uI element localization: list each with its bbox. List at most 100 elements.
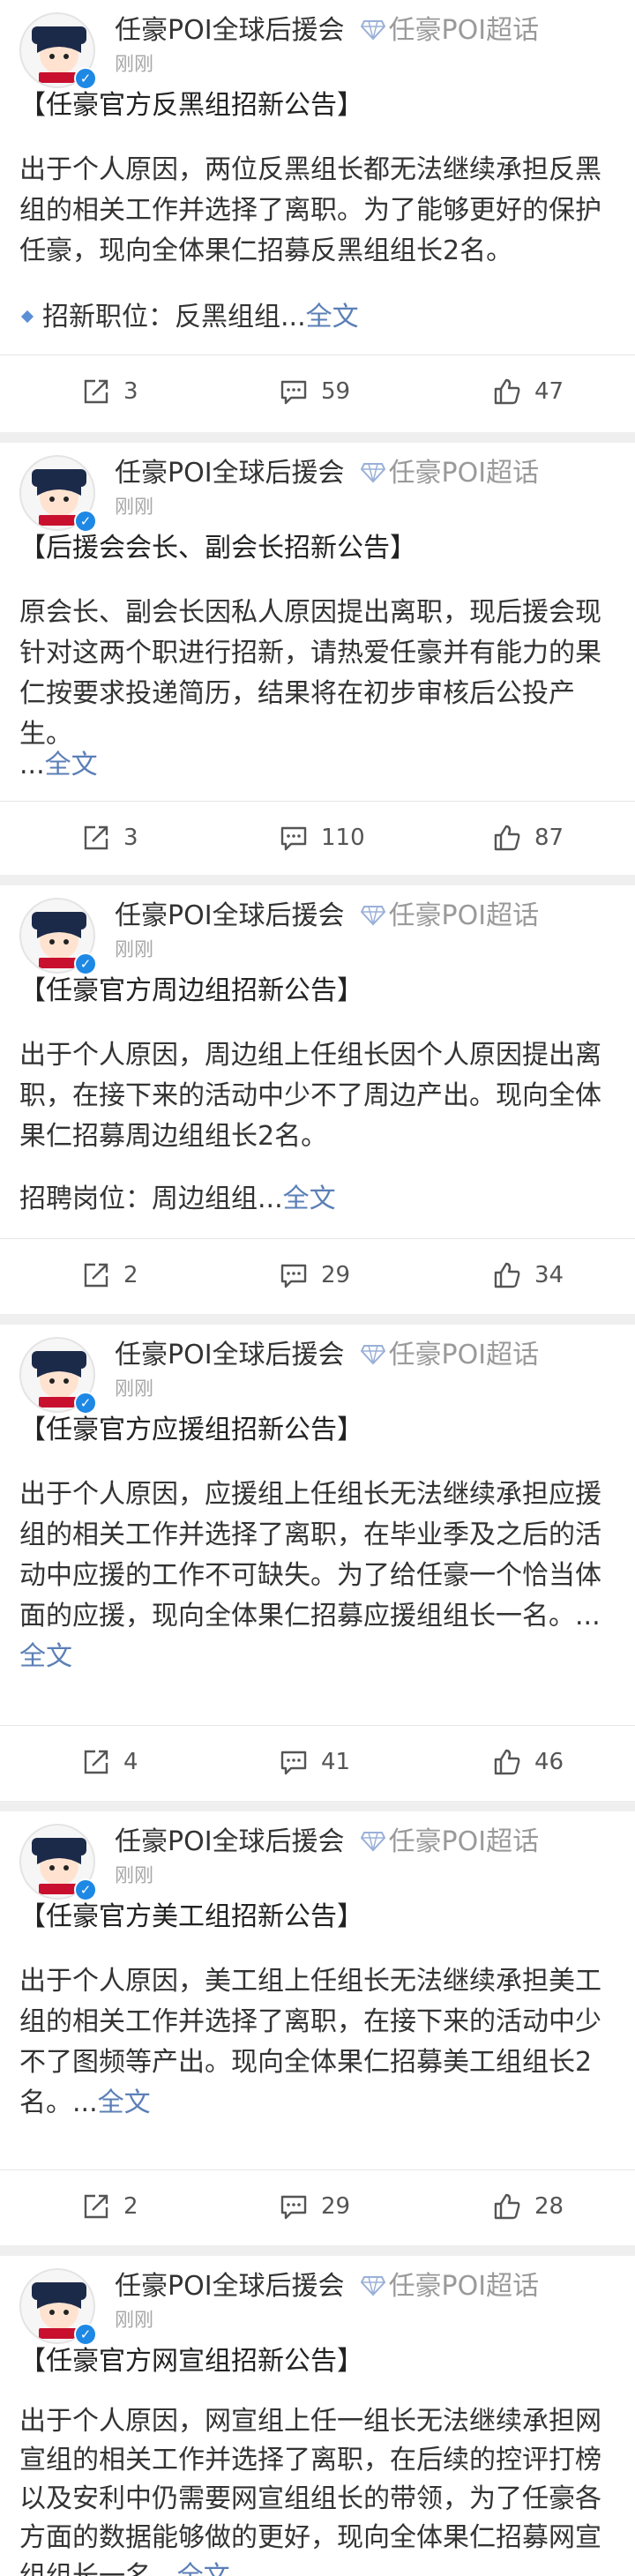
post-title: 【任豪官方美工组招新公告】	[19, 1901, 363, 1932]
super-topic-link[interactable]: 任豪POI超话	[389, 15, 540, 46]
super-topic-diamond-icon	[360, 20, 385, 41]
repost-button[interactable]: 2	[81, 2171, 138, 2242]
post-body: 出于个人原因，两位反黑组长都无法继续承担反黑组的相关工作并选择了离职。为了能够更…	[19, 154, 601, 266]
post-card[interactable]: ✓ 任豪POI全球后援会 任豪POI超话 刚刚 【后援会会长、副会长招新公告】 原…	[0, 443, 635, 875]
like-count: 34	[534, 1262, 564, 1288]
post-card[interactable]: ✓ 任豪POI全球后援会 任豪POI超话 刚刚 【任豪官方应援组招新公告】 出于个…	[0, 1325, 635, 1801]
read-more-link[interactable]: 全文	[306, 302, 359, 332]
comment-count: 29	[321, 2193, 351, 2220]
comment-icon	[280, 1751, 307, 1775]
read-more-link[interactable]: 全文	[177, 2561, 230, 2576]
post-body: 出于个人原因，网宣组上任一组长无法继续承担网宣组的相关工作并选择了离职，在后续的…	[19, 2402, 619, 2576]
author-name[interactable]: 任豪POI全球后援会	[115, 2271, 345, 2302]
post-card[interactable]: ✓ 任豪POI全球后援会 任豪POI超话 刚刚 【任豪官方周边组招新公告】 出于个…	[0, 885, 635, 1314]
author-name[interactable]: 任豪POI全球后援会	[115, 458, 345, 489]
repost-icon	[84, 1750, 108, 1774]
like-button[interactable]: 28	[492, 2171, 564, 2242]
like-thumb-icon	[494, 825, 520, 851]
read-more-link[interactable]: 全文	[98, 2087, 151, 2118]
post-time: 刚刚	[115, 497, 154, 519]
author-name[interactable]: 任豪POI全球后援会	[115, 15, 345, 46]
comment-count: 59	[321, 378, 351, 405]
super-topic-diamond-icon	[360, 2276, 385, 2296]
post-time: 刚刚	[115, 1378, 154, 1400]
post-header: ✓ 任豪POI全球后援会 任豪POI超话 刚刚	[19, 1337, 619, 1415]
super-topic-diamond-icon	[360, 1345, 385, 1365]
divider	[0, 2169, 635, 2170]
verified-badge-icon: ✓	[74, 2323, 97, 2346]
action-bar: 3 59 47	[0, 356, 635, 427]
comment-icon	[280, 380, 307, 405]
post-body: 出于个人原因，美工组上任组长无法继续承担美工组的相关工作并选择了离职，在接下来的…	[19, 1961, 619, 2124]
post-header: ✓ 任豪POI全球后援会 任豪POI超话 刚刚	[19, 898, 619, 975]
post-time: 刚刚	[115, 1865, 154, 1887]
action-bar: 3 110 87	[0, 803, 635, 873]
like-thumb-icon	[494, 378, 520, 405]
super-topic-diamond-icon	[360, 463, 385, 483]
post-header: ✓ 任豪POI全球后援会 任豪POI超话 刚刚	[19, 455, 619, 533]
read-more-link[interactable]: 全文	[283, 1183, 336, 1214]
post-header: ✓ 任豪POI全球后援会 任豪POI超话 刚刚	[19, 1824, 619, 1901]
author-name[interactable]: 任豪POI全球后援会	[115, 900, 345, 931]
super-topic-link[interactable]: 任豪POI超话	[389, 1340, 540, 1370]
verified-badge-icon: ✓	[74, 952, 97, 975]
post-extra-line: 招新职位：反黑组组...全文	[19, 300, 359, 335]
repost-count: 2	[123, 1262, 138, 1288]
feed: ✓ 任豪POI全球后援会 任豪POI超话 刚刚 【任豪官方反黑组招新公告】 出于个…	[0, 0, 635, 2576]
like-button[interactable]: 87	[492, 803, 564, 873]
divider	[0, 1238, 635, 1239]
comment-icon	[280, 826, 307, 851]
post-header: ✓ 任豪POI全球后援会 任豪POI超话 刚刚	[19, 2268, 619, 2346]
post-time: 刚刚	[115, 939, 154, 961]
comment-button[interactable]: 29	[279, 2171, 350, 2242]
verified-badge-icon: ✓	[74, 1878, 97, 1901]
like-thumb-icon	[494, 1262, 520, 1288]
author-name[interactable]: 任豪POI全球后援会	[115, 1340, 345, 1370]
divider	[0, 801, 635, 802]
repost-icon	[84, 825, 108, 850]
repost-button[interactable]: 3	[81, 803, 138, 873]
post-extra-text: 招新职位：反黑组组...	[42, 302, 306, 332]
super-topic-link[interactable]: 任豪POI超话	[389, 458, 540, 489]
post-header: ✓ 任豪POI全球后援会 任豪POI超话 刚刚	[19, 12, 619, 90]
post-card[interactable]: ✓ 任豪POI全球后援会 任豪POI超话 刚刚 【任豪官方美工组招新公告】 出于个…	[0, 1811, 635, 2245]
like-button[interactable]: 46	[492, 1727, 564, 1797]
repost-button[interactable]: 3	[81, 356, 138, 427]
post-title: 【任豪官方网宣组招新公告】	[19, 2346, 363, 2377]
like-button[interactable]: 47	[492, 356, 564, 427]
super-topic-link[interactable]: 任豪POI超话	[389, 900, 540, 931]
repost-count: 2	[123, 2193, 138, 2220]
repost-icon	[84, 2194, 108, 2219]
post-extra-text: 招聘岗位：周边组组...	[19, 1183, 283, 1214]
comment-button[interactable]: 41	[279, 1727, 350, 1797]
post-card[interactable]: ✓ 任豪POI全球后援会 任豪POI超话 刚刚 【任豪官方反黑组招新公告】 出于个…	[0, 0, 635, 432]
super-topic-link[interactable]: 任豪POI超话	[389, 2271, 540, 2302]
like-thumb-icon	[494, 2193, 520, 2220]
post-extra-text: ...	[19, 750, 45, 780]
read-more-link[interactable]: 全文	[19, 1641, 72, 1672]
read-more-link[interactable]: 全文	[45, 750, 98, 780]
post-body: 原会长、副会长因私人原因提出离职，现后援会现针对这两个职进行招新，请热爱任豪并有…	[19, 597, 601, 750]
verified-badge-icon: ✓	[74, 1392, 97, 1415]
comment-button[interactable]: 29	[279, 1240, 350, 1310]
post-time: 刚刚	[115, 2310, 154, 2332]
super-topic-link[interactable]: 任豪POI超话	[389, 1826, 540, 1857]
post-card[interactable]: ✓ 任豪POI全球后援会 任豪POI超话 刚刚 【任豪官方网宣组招新公告】 出于个…	[0, 2256, 635, 2576]
super-topic-diamond-icon	[360, 906, 385, 926]
repost-button[interactable]: 4	[81, 1727, 138, 1797]
repost-icon	[84, 1263, 108, 1288]
like-count: 47	[534, 378, 564, 405]
comment-button[interactable]: 59	[279, 356, 350, 427]
repost-button[interactable]: 2	[81, 1240, 138, 1310]
comment-button[interactable]: 110	[279, 803, 365, 873]
repost-count: 4	[123, 1749, 138, 1775]
author-name[interactable]: 任豪POI全球后援会	[115, 1826, 345, 1857]
action-bar: 2 29 28	[0, 2171, 635, 2242]
bullet-diamond-icon	[20, 310, 34, 323]
like-button[interactable]: 34	[492, 1240, 564, 1310]
repost-icon	[84, 379, 108, 404]
post-title: 【任豪官方周边组招新公告】	[19, 975, 363, 1006]
comment-count: 29	[321, 1262, 351, 1288]
like-count: 28	[534, 2193, 564, 2220]
verified-badge-icon: ✓	[74, 510, 97, 533]
